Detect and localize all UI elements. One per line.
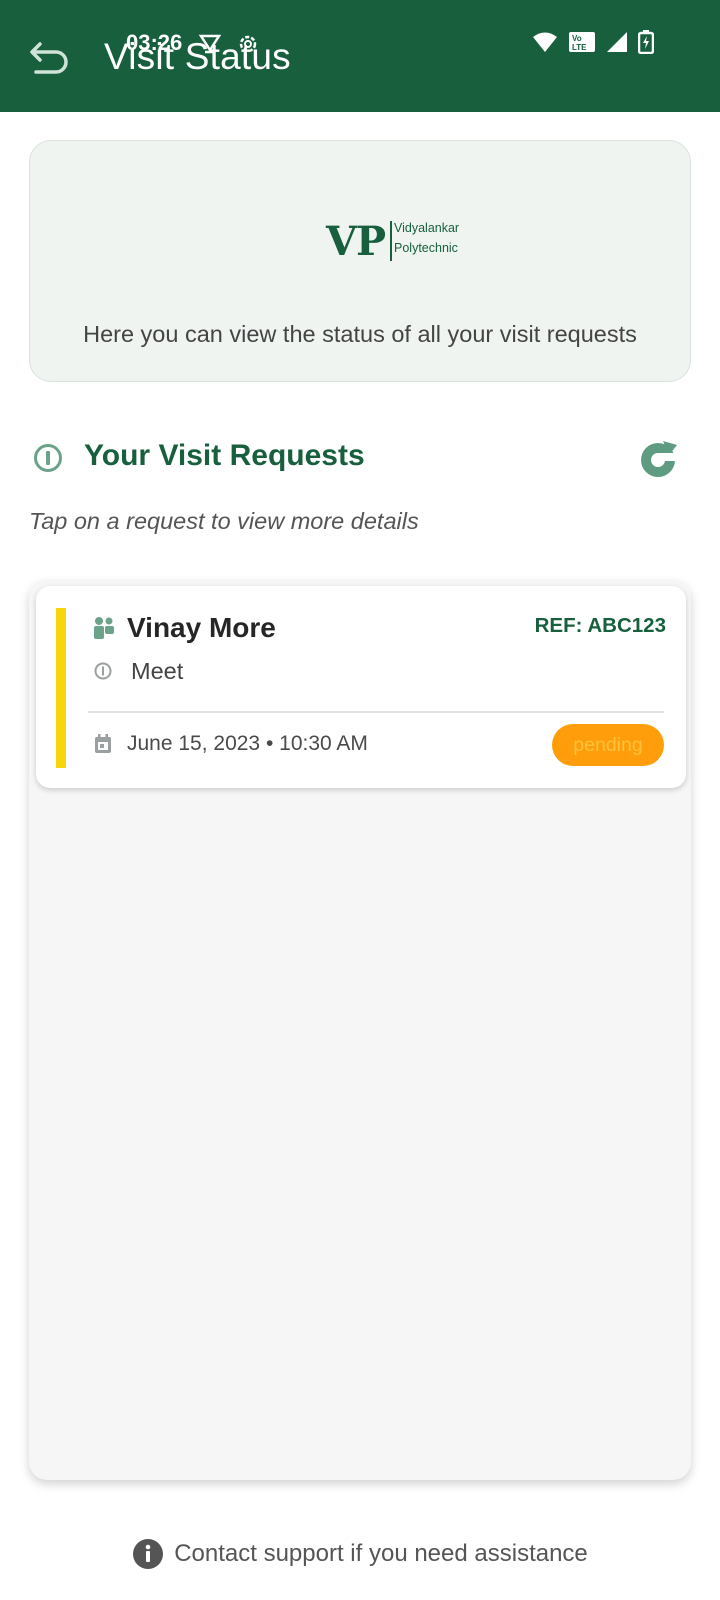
card-divider <box>88 711 664 713</box>
tap-hint: Tap on a request to view more details <box>29 508 419 534</box>
status-bar-time: 03:26 <box>126 30 183 55</box>
support-text: Contact support if you need assistance <box>174 1540 588 1567</box>
info-card: VP Vidyalankar Polytechnic Here you can … <box>29 140 691 382</box>
app-bar: Visit Status 03:26 Vo LTE <box>0 0 720 112</box>
volte-icon: Vo LTE <box>568 31 596 58</box>
status-badge: pending <box>552 724 664 766</box>
svg-text:LTE: LTE <box>572 43 587 52</box>
battery-icon <box>637 30 655 59</box>
info-description: Here you can view the status of all your… <box>83 321 637 347</box>
settings-icon <box>236 32 260 61</box>
support-footer[interactable]: Contact support if you need assistance <box>0 1538 720 1570</box>
visit-datetime: June 15, 2023 • 10:30 AM <box>127 732 368 755</box>
visitor-name: Vinay More <box>127 612 276 643</box>
reference-code: REF: ABC123 <box>534 614 666 637</box>
status-accent-bar <box>56 608 66 768</box>
signal-icon <box>606 31 628 58</box>
info-circle-icon <box>33 443 63 473</box>
request-card[interactable]: Vinay More REF: ABC123 Meet June 15, 202… <box>36 586 686 788</box>
download-icon <box>198 32 222 61</box>
section-title: Your Visit Requests <box>84 439 365 472</box>
purpose-icon <box>94 662 112 680</box>
visit-purpose: Meet <box>131 658 184 684</box>
back-arrow-icon[interactable] <box>26 34 74 78</box>
svg-text:Vo: Vo <box>572 34 582 43</box>
refresh-icon[interactable] <box>637 437 681 481</box>
person-icon <box>93 616 115 640</box>
college-logo: VP Vidyalankar Polytechnic <box>326 218 460 265</box>
info-icon <box>132 1538 164 1570</box>
calendar-icon <box>94 734 112 754</box>
wifi-icon <box>532 31 558 58</box>
status-bar-icons: Vo LTE <box>532 30 655 59</box>
